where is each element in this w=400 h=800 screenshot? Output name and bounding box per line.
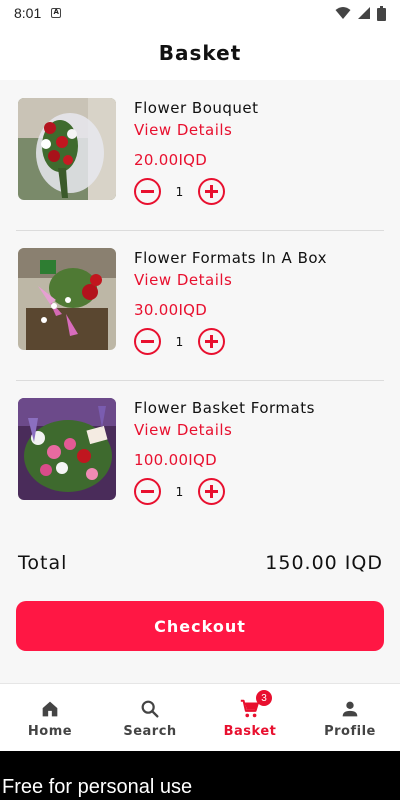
nav-item-profile[interactable]: Profile	[300, 684, 400, 751]
decrease-quantity-button[interactable]	[134, 328, 161, 355]
flower-bouquet-image[interactable]	[18, 98, 116, 200]
nav-label: Profile	[324, 724, 376, 739]
nav-label: Home	[27, 724, 73, 739]
nav-item-home[interactable]: Home	[0, 684, 100, 751]
search-icon	[141, 700, 159, 718]
total-label: Total	[18, 552, 68, 574]
basket-item: Flower Basket Formats View Details 100.0…	[16, 380, 384, 530]
item-name: Flower Bouquet	[134, 99, 259, 117]
flower-basket-image[interactable]	[18, 398, 116, 500]
nav-item-search[interactable]: Search	[100, 684, 200, 751]
basket-item: Flower Formats In A Box View Details 30.…	[16, 230, 384, 380]
item-name: Flower Formats In A Box	[134, 249, 327, 267]
view-details-link[interactable]: View Details	[134, 271, 232, 289]
quantity-stepper: 1	[134, 478, 225, 505]
flower-box-image[interactable]	[18, 248, 116, 350]
page-title: Basket	[158, 41, 242, 65]
view-details-link[interactable]: View Details	[134, 421, 232, 439]
increase-quantity-button[interactable]	[198, 178, 225, 205]
nav-label: Search	[123, 724, 177, 739]
wifi-icon	[335, 7, 351, 19]
quantity-stepper: 1	[134, 178, 225, 205]
quantity-value: 1	[175, 334, 184, 349]
increase-quantity-button[interactable]	[198, 478, 225, 505]
watermark-text: Free for personal use	[2, 776, 193, 798]
nav-label: Basket	[223, 724, 277, 739]
item-price: 100.00IQD	[134, 451, 217, 469]
checkout-button[interactable]: Checkout	[16, 601, 384, 651]
basket-list: Flower Bouquet View Details 20.00IQD 1 F…	[0, 80, 400, 683]
person-icon	[342, 701, 358, 717]
app-header: Basket	[0, 26, 400, 80]
decrease-quantity-button[interactable]	[134, 178, 161, 205]
item-price: 20.00IQD	[134, 151, 208, 169]
signal-icon	[358, 7, 370, 19]
item-price: 30.00IQD	[134, 301, 208, 319]
increase-quantity-button[interactable]	[198, 328, 225, 355]
battery-icon	[377, 5, 386, 21]
status-icons	[335, 5, 386, 21]
quantity-value: 1	[175, 484, 184, 499]
bottom-nav: Home Search 3 Basket Profile	[0, 683, 400, 751]
quantity-stepper: 1	[134, 328, 225, 355]
decrease-quantity-button[interactable]	[134, 478, 161, 505]
quantity-value: 1	[175, 184, 184, 199]
basket-item: Flower Bouquet View Details 20.00IQD 1	[16, 80, 384, 230]
cart-badge: 3	[256, 690, 272, 706]
nav-item-basket[interactable]: 3 Basket	[200, 684, 300, 751]
total-value: 150.00 IQD	[265, 552, 383, 574]
view-details-link[interactable]: View Details	[134, 121, 232, 139]
item-name: Flower Basket Formats	[134, 399, 315, 417]
a-notification-icon: A	[51, 8, 62, 18]
status-time: 8:01	[14, 5, 42, 21]
home-icon	[42, 701, 58, 717]
status-bar: 8:01 A	[0, 0, 400, 26]
